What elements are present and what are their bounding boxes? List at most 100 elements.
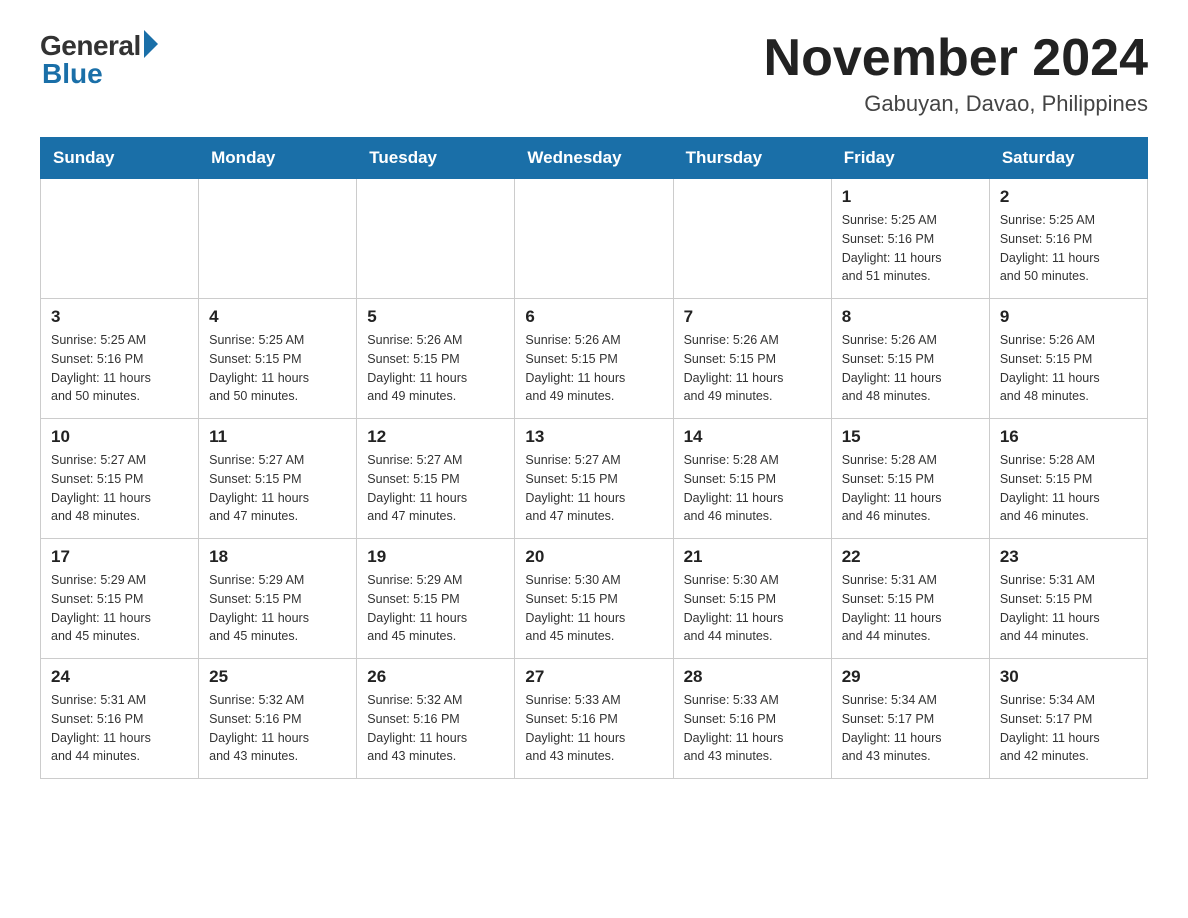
day-number: 27 (525, 667, 662, 687)
day-info: Sunrise: 5:29 AM Sunset: 5:15 PM Dayligh… (209, 571, 346, 646)
weekday-header-monday: Monday (199, 138, 357, 179)
week-row-3: 10Sunrise: 5:27 AM Sunset: 5:15 PM Dayli… (41, 419, 1148, 539)
calendar-cell: 11 Sunrise: 5:27 AM Sunset: 5:15 PM Dayli… (199, 419, 357, 539)
week-row-2: 3 Sunrise: 5:25 AM Sunset: 5:16 PM Daylig… (41, 299, 1148, 419)
day-number: 4 (209, 307, 346, 327)
day-info: Sunrise: 5:33 AM Sunset: 5:16 PM Dayligh… (525, 691, 662, 766)
calendar-cell: 1 Sunrise: 5:25 AM Sunset: 5:16 PM Daylig… (831, 179, 989, 299)
day-number: 12 (367, 427, 504, 447)
day-number: 9 (1000, 307, 1137, 327)
calendar-cell: 13 Sunrise: 5:27 AM Sunset: 5:15 PM Dayli… (515, 419, 673, 539)
day-number: 16 (1000, 427, 1137, 447)
calendar-cell: 4 Sunrise: 5:25 AM Sunset: 5:15 PM Daylig… (199, 299, 357, 419)
day-number: 13 (525, 427, 662, 447)
logo-triangle-icon (144, 30, 158, 58)
calendar-cell: 19 Sunrise: 5:29 AM Sunset: 5:15 PM Dayli… (357, 539, 515, 659)
day-info: Sunrise: 5:33 AM Sunset: 5:16 PM Dayligh… (684, 691, 821, 766)
calendar-cell: 24 Sunrise: 5:31 AM Sunset: 5:16 PM Dayli… (41, 659, 199, 779)
calendar-cell: 18 Sunrise: 5:29 AM Sunset: 5:15 PM Dayli… (199, 539, 357, 659)
calendar-cell: 25 Sunrise: 5:32 AM Sunset: 5:16 PM Dayli… (199, 659, 357, 779)
day-info: Sunrise: 5:25 AM Sunset: 5:16 PM Dayligh… (51, 331, 188, 406)
day-info: Sunrise: 5:26 AM Sunset: 5:15 PM Dayligh… (367, 331, 504, 406)
day-number: 24 (51, 667, 188, 687)
day-number: 26 (367, 667, 504, 687)
day-info: Sunrise: 5:27 AM Sunset: 5:15 PM Dayligh… (525, 451, 662, 526)
day-number: 7 (684, 307, 821, 327)
calendar-cell: 26 Sunrise: 5:32 AM Sunset: 5:16 PM Dayli… (357, 659, 515, 779)
weekday-header-wednesday: Wednesday (515, 138, 673, 179)
day-number: 25 (209, 667, 346, 687)
week-row-5: 24 Sunrise: 5:31 AM Sunset: 5:16 PM Dayli… (41, 659, 1148, 779)
day-number: 28 (684, 667, 821, 687)
day-info: Sunrise: 5:28 AM Sunset: 5:15 PM Dayligh… (1000, 451, 1137, 526)
calendar-cell: 3 Sunrise: 5:25 AM Sunset: 5:16 PM Daylig… (41, 299, 199, 419)
day-number: 21 (684, 547, 821, 567)
calendar-table: SundayMondayTuesdayWednesdayThursdayFrid… (40, 137, 1148, 779)
day-info: Sunrise: 5:34 AM Sunset: 5:17 PM Dayligh… (842, 691, 979, 766)
calendar-cell: 30 Sunrise: 5:34 AM Sunset: 5:17 PM Dayli… (989, 659, 1147, 779)
calendar-cell: 28 Sunrise: 5:33 AM Sunset: 5:16 PM Dayli… (673, 659, 831, 779)
month-title: November 2024 (764, 30, 1148, 87)
weekday-header-row: SundayMondayTuesdayWednesdayThursdayFrid… (41, 138, 1148, 179)
day-number: 11 (209, 427, 346, 447)
day-info: Sunrise: 5:26 AM Sunset: 5:15 PM Dayligh… (1000, 331, 1137, 406)
calendar-cell: 14Sunrise: 5:28 AM Sunset: 5:15 PM Dayli… (673, 419, 831, 539)
day-number: 18 (209, 547, 346, 567)
calendar-cell (357, 179, 515, 299)
day-info: Sunrise: 5:26 AM Sunset: 5:15 PM Dayligh… (842, 331, 979, 406)
day-info: Sunrise: 5:32 AM Sunset: 5:16 PM Dayligh… (209, 691, 346, 766)
day-info: Sunrise: 5:26 AM Sunset: 5:15 PM Dayligh… (525, 331, 662, 406)
calendar-cell: 22 Sunrise: 5:31 AM Sunset: 5:15 PM Dayli… (831, 539, 989, 659)
day-info: Sunrise: 5:31 AM Sunset: 5:16 PM Dayligh… (51, 691, 188, 766)
day-number: 29 (842, 667, 979, 687)
day-number: 2 (1000, 187, 1137, 207)
week-row-4: 17 Sunrise: 5:29 AM Sunset: 5:15 PM Dayli… (41, 539, 1148, 659)
day-info: Sunrise: 5:26 AM Sunset: 5:15 PM Dayligh… (684, 331, 821, 406)
day-info: Sunrise: 5:27 AM Sunset: 5:15 PM Dayligh… (367, 451, 504, 526)
calendar-cell (515, 179, 673, 299)
day-number: 3 (51, 307, 188, 327)
calendar-cell: 10Sunrise: 5:27 AM Sunset: 5:15 PM Dayli… (41, 419, 199, 539)
day-info: Sunrise: 5:34 AM Sunset: 5:17 PM Dayligh… (1000, 691, 1137, 766)
day-info: Sunrise: 5:29 AM Sunset: 5:15 PM Dayligh… (51, 571, 188, 646)
day-number: 1 (842, 187, 979, 207)
day-number: 17 (51, 547, 188, 567)
day-number: 15 (842, 427, 979, 447)
calendar-cell (199, 179, 357, 299)
calendar-cell: 23 Sunrise: 5:31 AM Sunset: 5:15 PM Dayli… (989, 539, 1147, 659)
day-info: Sunrise: 5:25 AM Sunset: 5:15 PM Dayligh… (209, 331, 346, 406)
day-info: Sunrise: 5:25 AM Sunset: 5:16 PM Dayligh… (1000, 211, 1137, 286)
logo-blue-text: Blue (42, 58, 103, 90)
day-number: 19 (367, 547, 504, 567)
calendar-cell: 15 Sunrise: 5:28 AM Sunset: 5:15 PM Dayli… (831, 419, 989, 539)
day-number: 23 (1000, 547, 1137, 567)
day-info: Sunrise: 5:25 AM Sunset: 5:16 PM Dayligh… (842, 211, 979, 286)
title-section: November 2024 Gabuyan, Davao, Philippine… (764, 30, 1148, 117)
calendar-cell: 2 Sunrise: 5:25 AM Sunset: 5:16 PM Daylig… (989, 179, 1147, 299)
day-info: Sunrise: 5:27 AM Sunset: 5:15 PM Dayligh… (209, 451, 346, 526)
day-number: 20 (525, 547, 662, 567)
day-number: 22 (842, 547, 979, 567)
day-number: 8 (842, 307, 979, 327)
calendar-cell: 12 Sunrise: 5:27 AM Sunset: 5:15 PM Dayli… (357, 419, 515, 539)
calendar-cell: 21Sunrise: 5:30 AM Sunset: 5:15 PM Dayli… (673, 539, 831, 659)
day-number: 30 (1000, 667, 1137, 687)
day-info: Sunrise: 5:27 AM Sunset: 5:15 PM Dayligh… (51, 451, 188, 526)
day-info: Sunrise: 5:29 AM Sunset: 5:15 PM Dayligh… (367, 571, 504, 646)
calendar-cell: 17 Sunrise: 5:29 AM Sunset: 5:15 PM Dayli… (41, 539, 199, 659)
calendar-cell: 5 Sunrise: 5:26 AM Sunset: 5:15 PM Daylig… (357, 299, 515, 419)
page-header: General Blue November 2024 Gabuyan, Dava… (40, 30, 1148, 117)
calendar-cell: 8 Sunrise: 5:26 AM Sunset: 5:15 PM Daylig… (831, 299, 989, 419)
day-info: Sunrise: 5:32 AM Sunset: 5:16 PM Dayligh… (367, 691, 504, 766)
calendar-cell: 9 Sunrise: 5:26 AM Sunset: 5:15 PM Daylig… (989, 299, 1147, 419)
calendar-cell: 20Sunrise: 5:30 AM Sunset: 5:15 PM Dayli… (515, 539, 673, 659)
day-number: 5 (367, 307, 504, 327)
calendar-cell: 16 Sunrise: 5:28 AM Sunset: 5:15 PM Dayli… (989, 419, 1147, 539)
day-info: Sunrise: 5:31 AM Sunset: 5:15 PM Dayligh… (1000, 571, 1137, 646)
weekday-header-saturday: Saturday (989, 138, 1147, 179)
day-info: Sunrise: 5:31 AM Sunset: 5:15 PM Dayligh… (842, 571, 979, 646)
calendar-cell: 7 Sunrise: 5:26 AM Sunset: 5:15 PM Daylig… (673, 299, 831, 419)
day-number: 6 (525, 307, 662, 327)
day-info: Sunrise: 5:28 AM Sunset: 5:15 PM Dayligh… (842, 451, 979, 526)
calendar-cell: 27 Sunrise: 5:33 AM Sunset: 5:16 PM Dayli… (515, 659, 673, 779)
